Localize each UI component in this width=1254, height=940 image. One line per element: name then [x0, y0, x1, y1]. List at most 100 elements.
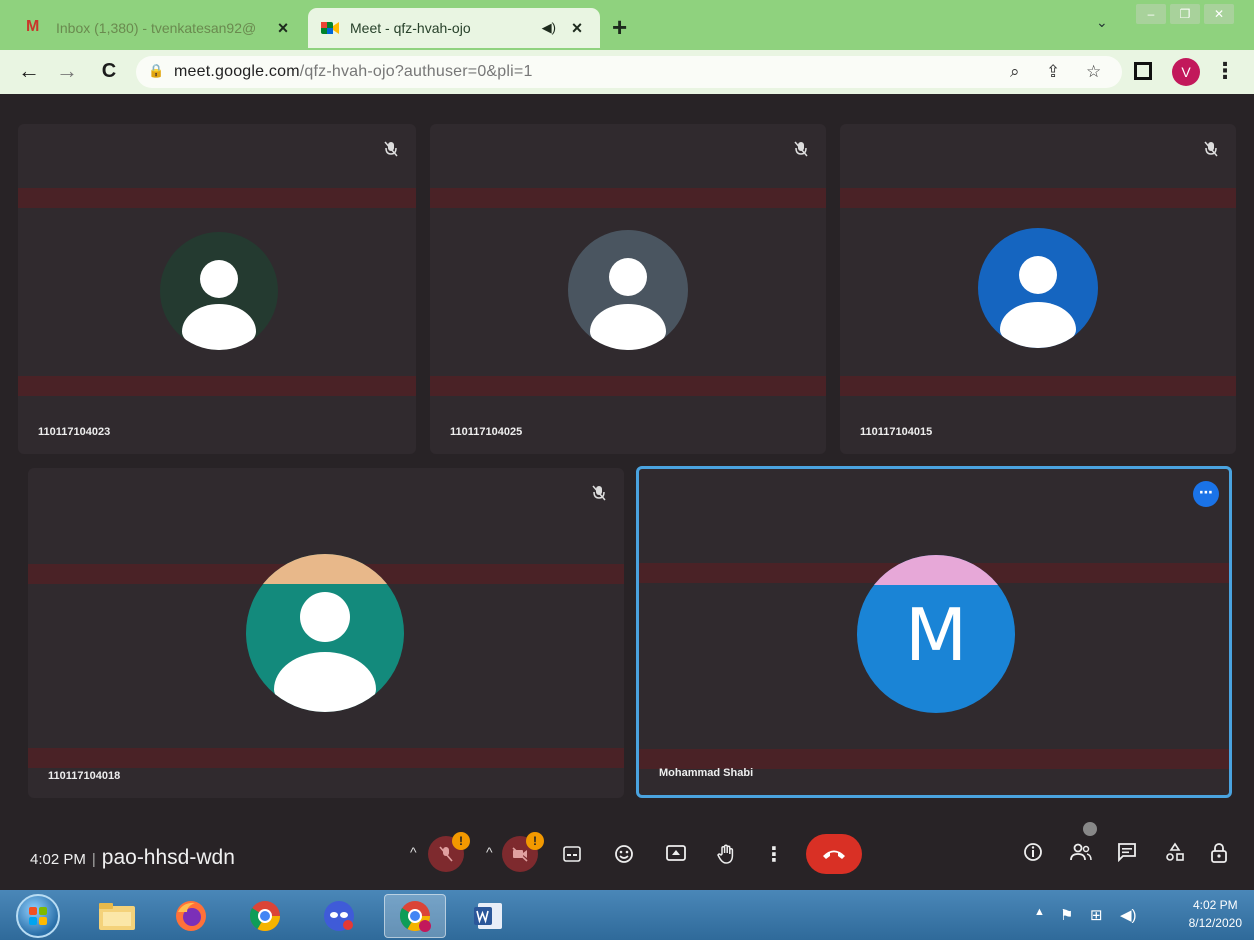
chrome-icon [249, 901, 280, 932]
participant-tile[interactable]: 110117104023 [18, 124, 416, 454]
mic-off-icon [592, 485, 606, 501]
tray-flag-icon[interactable]: ⚑ [1060, 906, 1073, 924]
meet-stage: 110117104023 110117104025 110117104015 1… [0, 94, 1254, 890]
participant-tile[interactable]: 110117104018 [28, 468, 624, 798]
avatar-head [609, 258, 647, 296]
captions-icon [563, 846, 581, 862]
address-bar[interactable]: 🔒 meet.google.com/qfz-hvah-ojo?authuser=… [136, 56, 1122, 88]
speaker-icon[interactable]: ◀) [542, 20, 556, 36]
reactions-button[interactable] [606, 836, 642, 872]
more-options-button[interactable]: ⋯ [1193, 481, 1219, 507]
taskbar-chrome-profile[interactable] [384, 894, 446, 938]
microphone-toggle-button[interactable]: ! [428, 832, 470, 872]
zoom-icon[interactable]: ⌕ [1010, 62, 1020, 82]
tray-clock[interactable]: 4:02 PM 8/12/2020 [1189, 896, 1242, 932]
activities-button[interactable] [1162, 842, 1188, 868]
tab-meet[interactable]: Meet - qfz-hvah-ojo ◀) × [308, 8, 600, 48]
tray-time: 4:02 PM [1192, 898, 1238, 912]
camera-toggle-button[interactable]: ! [502, 832, 544, 872]
leave-call-button[interactable] [806, 834, 862, 874]
address-url: meet.google.com/qfz-hvah-ojo?authuser=0&… [174, 63, 533, 81]
new-tab-button[interactable]: + [612, 14, 627, 40]
hangup-icon [823, 850, 845, 859]
mic-off-icon [439, 846, 453, 862]
forward-button[interactable]: → [54, 58, 80, 84]
participant-tile[interactable]: 110117104015 [840, 124, 1236, 454]
bookmark-star-icon[interactable]: ☆ [1086, 62, 1101, 82]
system-tray: ▲ ⚑ ⊞ ◀) 4:02 PM 8/12/2020 [1024, 890, 1254, 940]
emoji-icon [615, 845, 633, 863]
word-icon [474, 903, 502, 929]
minimize-button[interactable]: – [1136, 4, 1166, 24]
browser-tab-strip: M Inbox (1,380) - tvenkatesan92@ × Meet … [0, 0, 1254, 50]
side-panel-icon[interactable] [1134, 62, 1152, 80]
tray-network-icon[interactable]: ⊞ [1090, 906, 1103, 924]
separator: | [91, 851, 96, 868]
back-button[interactable]: ← [16, 58, 42, 84]
avatar-body [1000, 302, 1076, 348]
participant-name: 110117104015 [860, 426, 933, 438]
camera-options-chevron-icon[interactable]: ^ [486, 844, 493, 860]
scan-band [18, 188, 416, 208]
app-mask-icon [324, 901, 354, 931]
taskbar-word[interactable] [458, 894, 520, 938]
browser-toolbar: ← → C 🔒 meet.google.com/qfz-hvah-ojo?aut… [0, 50, 1254, 94]
participant-tile-pinned[interactable]: ⋯ M Mohammad Shabi [636, 466, 1232, 798]
tab-search-icon[interactable]: ⌄ [1096, 14, 1108, 31]
taskbar-app[interactable] [308, 894, 370, 938]
participant-name: 110117104025 [450, 426, 523, 438]
window-controls: – ❐ ✕ [1136, 4, 1234, 24]
participant-name: Mohammad Shabi [659, 767, 754, 779]
host-controls-button[interactable] [1206, 842, 1232, 870]
hand-icon [717, 844, 734, 864]
windows-taskbar: ▲ ⚑ ⊞ ◀) 4:02 PM 8/12/2020 [0, 890, 1254, 940]
raise-hand-button[interactable] [708, 836, 744, 872]
avatar-body [182, 304, 256, 350]
tray-expand-icon[interactable]: ▲ [1034, 906, 1045, 918]
scan-band [840, 188, 1236, 208]
mic-options-chevron-icon[interactable]: ^ [410, 844, 417, 860]
scan-band [430, 376, 826, 396]
windows-logo-icon [29, 907, 47, 925]
tab-inbox-label: Inbox (1,380) - tvenkatesan92@ [56, 20, 257, 36]
restore-button[interactable]: ❐ [1170, 4, 1200, 24]
reload-button[interactable]: C [96, 58, 122, 84]
taskbar-chrome[interactable] [234, 894, 296, 938]
meet-icon [321, 22, 339, 34]
tab-inbox[interactable]: M Inbox (1,380) - tvenkatesan92@ × [14, 8, 306, 48]
start-button[interactable] [16, 894, 60, 938]
meeting-time: 4:02 PM [30, 851, 86, 868]
close-window-button[interactable]: ✕ [1204, 4, 1234, 24]
mic-off-icon [1204, 141, 1218, 157]
taskbar-firefox[interactable] [160, 894, 222, 938]
participant-avatar [978, 228, 1098, 348]
meeting-info: 4:02 PM | pao-hhsd-wdn [30, 846, 235, 870]
profile-avatar[interactable]: V [1172, 58, 1200, 86]
present-screen-button[interactable] [658, 836, 694, 872]
scan-band [840, 376, 1236, 396]
mic-off-icon [794, 141, 808, 157]
share-icon[interactable]: ⇪ [1046, 62, 1060, 82]
meeting-details-button[interactable] [1020, 842, 1046, 868]
warning-badge: ! [452, 832, 470, 850]
firefox-icon [176, 901, 206, 931]
scan-band [18, 376, 416, 396]
warning-badge: ! [526, 832, 544, 850]
camera-off-icon [512, 847, 528, 862]
taskbar-file-explorer[interactable] [86, 894, 148, 938]
people-button[interactable] [1068, 842, 1094, 868]
tab-inbox-close-button[interactable]: × [272, 18, 294, 39]
captions-button[interactable] [554, 836, 590, 872]
participant-name: 110117104018 [48, 770, 121, 782]
browser-menu-button[interactable]: ⋮ [1214, 58, 1236, 84]
participant-tile[interactable]: 110117104025 [430, 124, 826, 454]
tray-volume-icon[interactable]: ◀) [1120, 906, 1137, 924]
meeting-controls-bar: 4:02 PM | pao-hhsd-wdn ^ ! ^ ! ⋮ [0, 822, 1254, 886]
people-icon [1070, 843, 1092, 861]
more-options-icon[interactable]: ⋮ [756, 836, 792, 872]
chrome-profile-icon [399, 901, 431, 932]
tab-meet-close-button[interactable]: × [566, 18, 588, 39]
chat-button[interactable] [1114, 842, 1140, 868]
participant-avatar [246, 554, 404, 712]
avatar-head [1019, 256, 1057, 294]
